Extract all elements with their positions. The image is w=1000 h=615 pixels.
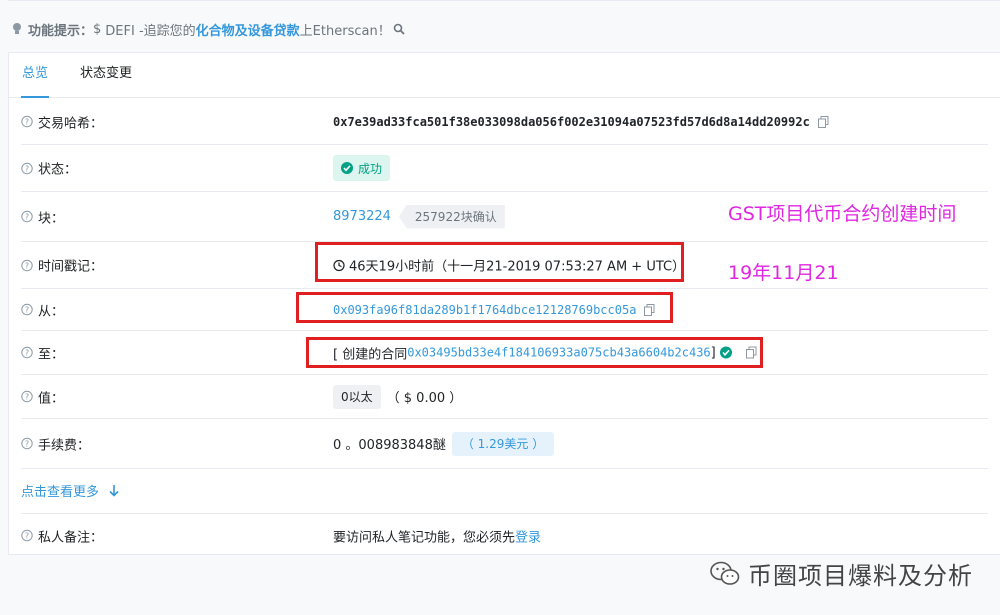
tip-prefix: DEFI -追踪您的	[105, 23, 196, 39]
from-label: 从：	[38, 304, 65, 319]
arrow-down-icon	[109, 484, 119, 497]
question-icon: ?	[21, 210, 33, 223]
row-fee: ? 手续费： 0 。008983848醚 （ 1.29美元 ）	[21, 419, 988, 469]
tab-bar: 总览 状态变更	[9, 53, 1000, 98]
tab-overview[interactable]: 总览	[21, 53, 49, 98]
block-confirmations-badge: 257922块确认	[398, 204, 505, 229]
fee-label: 手续费：	[38, 438, 91, 453]
tab-state-changes[interactable]: 状态变更	[80, 53, 132, 98]
top-divider	[8, 0, 1000, 1]
tx-hash-value: 0x7e39ad33fca501f38e033098da056f002e3109…	[333, 114, 810, 129]
svg-text:?: ?	[25, 261, 29, 270]
copy-icon[interactable]	[817, 115, 829, 128]
tip-label: 功能提示：	[28, 23, 94, 39]
watermark: 币圈项目爆料及分析	[710, 556, 973, 591]
question-icon: ?	[21, 529, 33, 542]
question-icon: ?	[21, 346, 33, 359]
row-private-note: ? 私人备注： 要访问私人笔记功能，您必须先 登录	[21, 513, 988, 557]
row-status: ? 状态： 成功	[21, 145, 988, 192]
question-icon: ?	[21, 115, 33, 128]
fee-amount: 0 。008983848醚	[333, 438, 446, 453]
status-value: 成功	[358, 161, 383, 176]
highlight-box-to	[306, 337, 763, 368]
lightbulb-icon	[13, 23, 21, 34]
svg-text:?: ?	[25, 213, 29, 222]
highlight-box-from	[296, 292, 673, 323]
note-label: 私人备注：	[38, 530, 104, 545]
svg-text:?: ?	[25, 393, 29, 402]
timestamp-label: 时间戳记：	[38, 259, 104, 275]
svg-text:?: ?	[25, 164, 29, 173]
question-icon: ?	[21, 390, 33, 403]
login-link[interactable]: 登录	[515, 526, 541, 545]
svg-text:?: ?	[25, 306, 29, 315]
tip-dollar: $	[93, 21, 102, 37]
svg-text:?: ?	[25, 532, 29, 541]
status-badge: 成功	[333, 155, 391, 181]
annotation-line1: GST项目代币合约创建时间	[728, 203, 957, 225]
wechat-icon	[710, 561, 740, 585]
value-amount: 0以太	[333, 384, 381, 409]
tip-suffix: 上Etherscan！	[299, 23, 391, 39]
tx-hash-label: 交易哈希：	[38, 116, 104, 131]
fee-usd-badge: （ 1.29美元 ）	[451, 431, 555, 456]
status-label: 状态：	[38, 162, 78, 178]
svg-text:?: ?	[25, 118, 29, 127]
svg-text:?: ?	[25, 440, 29, 449]
search-icon	[393, 23, 405, 35]
row-value: ? 值： 0以太 （ $ 0.00 ）	[21, 375, 988, 419]
check-circle-icon	[341, 162, 353, 174]
highlight-box-timestamp	[315, 242, 684, 282]
value-label: 值：	[38, 391, 65, 406]
block-label: 块：	[38, 211, 65, 226]
note-text: 要访问私人笔记功能，您必须先	[333, 530, 516, 545]
annotation-line2: 19年11月21	[728, 262, 839, 284]
see-more-link[interactable]: 点击查看更多	[21, 481, 119, 500]
question-icon: ?	[21, 437, 33, 450]
watermark-text: 币圈项目爆料及分析	[748, 562, 973, 590]
question-icon: ?	[21, 303, 33, 316]
block-number-link[interactable]: 8973224	[333, 209, 391, 224]
question-icon: ?	[21, 259, 33, 271]
value-usd: （ $ 0.00 ）	[386, 391, 463, 406]
see-more-label: 点击查看更多	[21, 485, 100, 500]
row-tx-hash: ? 交易哈希： 0x7e39ad33fca501f38e033098da056f0…	[21, 99, 988, 145]
svg-text:?: ?	[25, 349, 29, 358]
tip-highlight-link[interactable]: 化合物及设备贷款	[196, 20, 300, 39]
question-icon: ?	[21, 162, 33, 174]
to-label: 至：	[38, 347, 65, 362]
feature-tip: 功能提示： $ DEFI -追踪您的 化合物及设备贷款 上Etherscan！	[12, 19, 405, 39]
